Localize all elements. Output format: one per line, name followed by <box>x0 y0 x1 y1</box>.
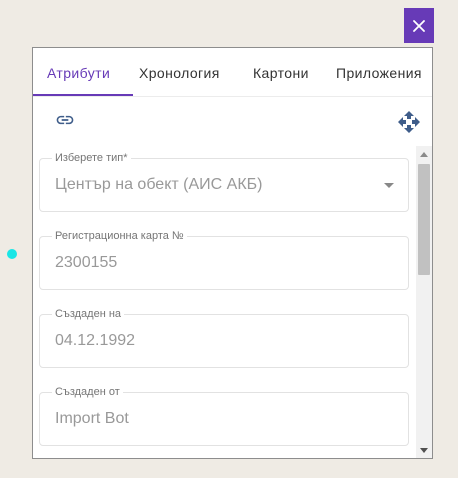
active-tab-indicator <box>33 94 133 96</box>
type-select-label: Изберете тип* <box>52 151 131 165</box>
tab-cards[interactable]: Картони <box>253 48 309 96</box>
registration-card-field[interactable]: Регистрационна карта № 2300155 <box>39 229 409 290</box>
scroll-down-arrow-icon[interactable] <box>420 448 428 453</box>
tab-history[interactable]: Хронология <box>139 48 220 96</box>
move-arrows-icon[interactable] <box>397 110 421 134</box>
registration-card-value: 2300155 <box>55 254 118 271</box>
panel-toolbar <box>33 97 432 145</box>
created-by-value: Import Bot <box>55 410 129 427</box>
attributes-panel: Атрибути Хронология Картони Приложения И… <box>32 47 433 459</box>
tab-bar: Атрибути Хронология Картони Приложения <box>33 48 432 97</box>
type-select[interactable]: Изберете тип* Център на обект (АИС АКБ) <box>39 151 409 212</box>
created-by-field[interactable]: Създаден от Import Bot <box>39 385 409 446</box>
scroll-thumb[interactable] <box>418 164 430 275</box>
created-by-label: Създаден от <box>52 385 123 399</box>
type-select-value: Център на обект (АИС АКБ) <box>55 176 263 193</box>
created-on-field[interactable]: Създаден на 04.12.1992 <box>39 307 409 368</box>
attributes-form: Изберете тип* Център на обект (АИС АКБ) … <box>33 146 432 458</box>
created-on-value: 04.12.1992 <box>55 332 136 349</box>
tab-attachments[interactable]: Приложения <box>336 48 422 96</box>
close-button[interactable] <box>404 8 434 43</box>
dropdown-arrow-icon <box>384 183 394 188</box>
form-scrollbar[interactable] <box>416 146 432 458</box>
scroll-up-arrow-icon[interactable] <box>420 152 428 157</box>
tab-attributes[interactable]: Атрибути <box>47 48 110 96</box>
link-icon[interactable] <box>55 110 75 130</box>
created-on-label: Създаден на <box>52 307 125 321</box>
map-point-marker[interactable] <box>7 249 17 259</box>
registration-card-label: Регистрационна карта № <box>52 229 187 243</box>
close-icon <box>413 19 425 32</box>
